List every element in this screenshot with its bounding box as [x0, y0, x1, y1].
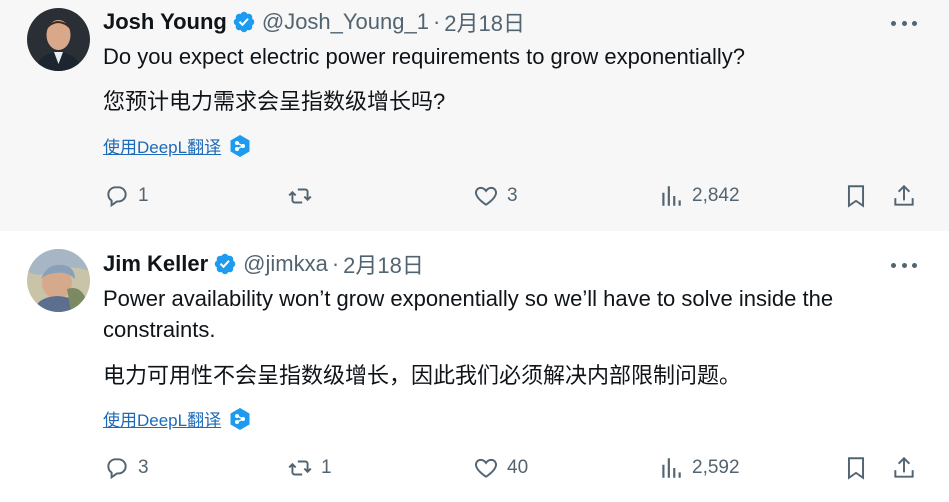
- like-count: 40: [507, 457, 529, 478]
- separator-dot: ·: [331, 251, 340, 276]
- retweet-icon: [288, 188, 312, 204]
- author-handle[interactable]: @jimkxa: [243, 251, 328, 277]
- reply-icon: [107, 186, 127, 208]
- tweet-actions: 1 3 2,842: [0, 181, 949, 211]
- more-options-icon[interactable]: [891, 13, 917, 33]
- reply-button[interactable]: 1: [104, 181, 149, 211]
- tweet-header: Josh Young @Josh_Young_1 · 2月18日: [103, 8, 525, 36]
- tweet-jim-keller[interactable]: Jim Keller @jimkxa · 2月18日 Power availab…: [0, 231, 949, 502]
- retweet-icon: [288, 460, 312, 476]
- retweet-button[interactable]: 1: [287, 453, 332, 483]
- tweet-date[interactable]: 2月18日: [444, 6, 525, 38]
- reply-icon: [107, 458, 127, 480]
- tweet-header: Jim Keller @jimkxa · 2月18日: [103, 250, 424, 278]
- translate-link[interactable]: 使用DeepL翻译: [103, 133, 251, 158]
- like-count: 3: [507, 185, 518, 206]
- verified-badge-icon: [233, 11, 255, 33]
- reply-count: 3: [138, 457, 149, 478]
- views-chart-icon: [662, 458, 681, 478]
- tweet-josh-young[interactable]: Josh Young @Josh_Young_1 · 2月18日 Do you …: [0, 0, 949, 231]
- bookmark-icon: [847, 185, 865, 208]
- share-icon: [894, 184, 914, 206]
- views-count: 2,842: [692, 185, 740, 206]
- bookmark-button[interactable]: [843, 453, 869, 483]
- views-button[interactable]: 2,842: [658, 181, 740, 211]
- views-button[interactable]: 2,592: [658, 453, 740, 483]
- reply-button[interactable]: 3: [104, 453, 149, 483]
- share-button[interactable]: [891, 181, 917, 211]
- tweet-text-chinese: 您预计电力需求会呈指数级增长吗?: [103, 89, 446, 114]
- author-name[interactable]: Josh Young: [103, 9, 227, 35]
- deepl-icon: [230, 407, 250, 430]
- retweet-count: 1: [321, 457, 332, 478]
- verified-badge-icon: [214, 253, 236, 275]
- deepl-icon: [230, 134, 250, 157]
- retweet-button[interactable]: [287, 181, 321, 211]
- tweet-date[interactable]: 2月18日: [343, 248, 424, 280]
- separator-dot: ·: [432, 9, 441, 34]
- bookmark-icon: [847, 457, 865, 480]
- like-button[interactable]: 40: [473, 453, 528, 483]
- avatar[interactable]: [27, 249, 90, 312]
- avatar[interactable]: [27, 8, 90, 71]
- like-button[interactable]: 3: [473, 181, 518, 211]
- tweet-text-english: Do you expect electric power requirement…: [103, 44, 745, 69]
- translate-label[interactable]: 使用DeepL翻译: [103, 406, 221, 431]
- share-button[interactable]: [891, 453, 917, 483]
- more-options-icon[interactable]: [891, 255, 917, 275]
- author-name[interactable]: Jim Keller: [103, 251, 208, 277]
- bookmark-button[interactable]: [843, 181, 869, 211]
- views-chart-icon: [662, 186, 681, 206]
- heart-icon: [475, 186, 497, 206]
- tweet-text-chinese: 电力可用性不会呈指数级增长，因此我们必须解决内部限制问题。: [103, 363, 742, 388]
- tweet-actions: 3 1 40 2,592: [0, 453, 949, 483]
- views-count: 2,592: [692, 457, 740, 478]
- translate-label[interactable]: 使用DeepL翻译: [103, 133, 221, 158]
- author-handle[interactable]: @Josh_Young_1: [262, 9, 429, 35]
- tweet-text-english: Power availability won’t grow exponentia…: [103, 286, 834, 342]
- translate-link[interactable]: 使用DeepL翻译: [103, 406, 251, 431]
- reply-count: 1: [138, 185, 149, 206]
- heart-icon: [475, 458, 497, 478]
- share-icon: [894, 456, 914, 478]
